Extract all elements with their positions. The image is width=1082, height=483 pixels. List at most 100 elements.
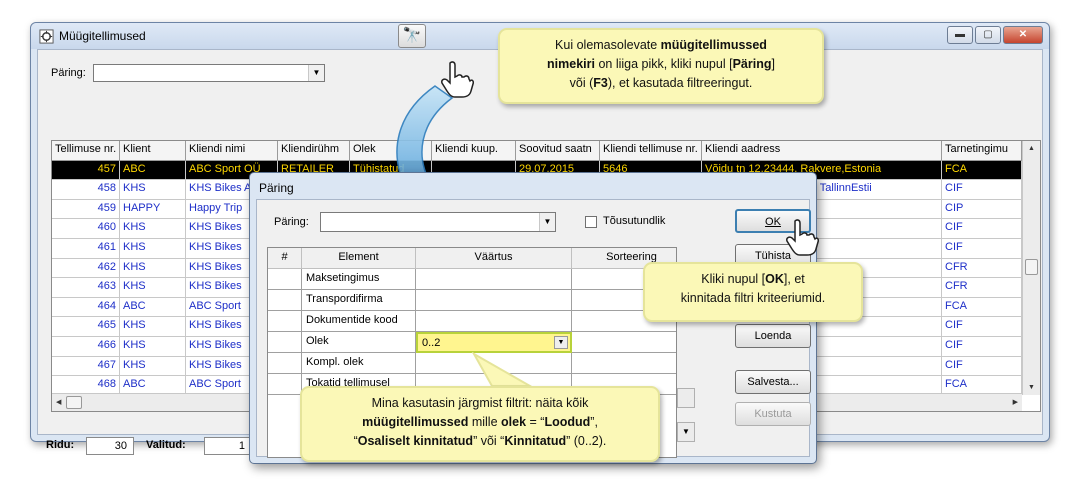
criteria-value[interactable] bbox=[416, 290, 572, 311]
chevron-down-icon[interactable]: ▼ bbox=[554, 336, 568, 349]
table-cell: 457 bbox=[52, 160, 120, 181]
scroll-thumb[interactable] bbox=[66, 396, 82, 409]
vertical-scrollbar[interactable]: ▲ ▼ bbox=[1022, 141, 1040, 395]
criteria-value[interactable] bbox=[416, 311, 572, 332]
scroll-down-icon[interactable]: ▼ bbox=[1028, 384, 1035, 391]
binoculars-icon: 🔭 bbox=[402, 27, 422, 44]
criteria-row[interactable]: Maksetingimus bbox=[268, 269, 676, 290]
dialog-query-select[interactable]: ▼ bbox=[320, 212, 556, 232]
scroll-right-icon[interactable]: ▶ bbox=[1013, 398, 1018, 406]
column-header[interactable]: Kliendi tellimuse nr. bbox=[600, 141, 702, 161]
criteria-value-text: 0..2 bbox=[422, 337, 441, 349]
table-cell: CIF bbox=[942, 356, 1022, 377]
criteria-sort[interactable] bbox=[572, 332, 676, 353]
callout-bold: müügitellimussed bbox=[362, 415, 469, 429]
callout-text: ” või “ bbox=[473, 434, 505, 448]
criteria-row[interactable]: Dokumentide kood bbox=[268, 311, 676, 332]
row-number bbox=[268, 290, 302, 311]
column-header[interactable]: Väärtus bbox=[416, 248, 572, 269]
table-cell: FCA bbox=[942, 160, 1022, 181]
window-title: Müügitellimused bbox=[59, 29, 146, 43]
row-number bbox=[268, 332, 302, 353]
column-header[interactable]: Kliendi nimi bbox=[186, 141, 278, 161]
table-cell: KHS bbox=[120, 356, 186, 377]
callout-query-hint: Kui olemasolevate müügitellimussed nimek… bbox=[498, 28, 824, 104]
column-header[interactable]: # bbox=[268, 248, 302, 269]
row-number bbox=[268, 269, 302, 290]
hand-cursor-icon bbox=[786, 219, 819, 256]
delete-button[interactable]: Kustuta bbox=[735, 402, 811, 426]
table-cell: 465 bbox=[52, 317, 120, 337]
row-number bbox=[268, 353, 302, 374]
table-cell: 462 bbox=[52, 258, 120, 279]
table-cell: CIF bbox=[942, 317, 1022, 337]
dialog-title: Päring bbox=[259, 181, 294, 195]
callout-text: on liiga pikk, kliki nupul [ bbox=[594, 57, 733, 71]
table-cell: 458 bbox=[52, 180, 120, 200]
callout-text: ), et kasutada filtreeringut. bbox=[607, 76, 753, 90]
callout-text: ], et bbox=[783, 272, 805, 286]
list-button[interactable]: Loenda bbox=[735, 324, 811, 348]
criteria-value[interactable] bbox=[416, 269, 572, 290]
scroll-thumb[interactable] bbox=[1025, 259, 1038, 275]
callout-bold: F3 bbox=[593, 76, 608, 90]
table-cell: KHS bbox=[120, 239, 186, 259]
row-number bbox=[268, 374, 302, 395]
callout-text: Kui olemasolevate bbox=[555, 38, 661, 52]
table-cell: KHS bbox=[120, 337, 186, 357]
maximize-button[interactable]: ▢ bbox=[975, 26, 1001, 44]
criteria-element: Maksetingimus bbox=[302, 269, 416, 290]
scroll-left-icon[interactable]: ◀ bbox=[56, 398, 61, 406]
table-cell: ABC bbox=[120, 297, 186, 318]
column-header[interactable]: Tellimuse nr. bbox=[52, 141, 120, 161]
table-header[interactable]: Tellimuse nr. Klient Kliendi nimi Kliendirü… bbox=[52, 141, 1022, 161]
table-cell: CIF bbox=[942, 337, 1022, 357]
table-cell: 461 bbox=[52, 239, 120, 259]
table-cell: CIP bbox=[942, 199, 1022, 220]
dialog-query-label: Päring: bbox=[274, 216, 309, 228]
callout-text: ” (0..2). bbox=[566, 434, 607, 448]
criteria-scroll-track[interactable] bbox=[677, 388, 695, 408]
callout-bold: Päring bbox=[732, 57, 772, 71]
column-header[interactable]: Tarnetingimu bbox=[942, 141, 1022, 161]
query-select[interactable]: ▼ bbox=[93, 64, 325, 82]
callout-text: = “ bbox=[526, 415, 545, 429]
save-button[interactable]: Salvesta... bbox=[735, 370, 811, 394]
criteria-row[interactable]: Transpordifirma bbox=[268, 290, 676, 311]
criteria-sort[interactable] bbox=[572, 353, 676, 374]
callout-text: Kliki nupul [ bbox=[701, 272, 766, 286]
criteria-row[interactable]: Olek 0..2 ▼ bbox=[268, 332, 676, 353]
scroll-up-icon[interactable]: ▲ bbox=[1028, 145, 1035, 152]
column-header[interactable]: Kliendirühm bbox=[278, 141, 350, 161]
case-sensitive-checkbox[interactable] bbox=[585, 216, 597, 228]
callout-text: ”, bbox=[590, 415, 598, 429]
minimize-button[interactable]: ▬ bbox=[947, 26, 973, 44]
query-button[interactable]: 🔭 bbox=[398, 24, 426, 48]
column-header[interactable]: Element bbox=[302, 248, 416, 269]
table-cell: CFR bbox=[942, 258, 1022, 279]
table-cell: CIF bbox=[942, 239, 1022, 259]
criteria-value[interactable]: 0..2 ▼ bbox=[416, 332, 572, 353]
callout-text: kinnitada filtri kriteeriumid. bbox=[680, 291, 826, 305]
criteria-element: Dokumentide kood bbox=[302, 311, 416, 332]
chevron-down-icon[interactable]: ▼ bbox=[308, 65, 324, 81]
chevron-down-icon[interactable]: ▼ bbox=[539, 213, 555, 231]
table-cell: 467 bbox=[52, 356, 120, 377]
rows-count: 30 bbox=[86, 437, 134, 455]
criteria-element: Transpordifirma bbox=[302, 290, 416, 311]
close-button[interactable]: ✕ bbox=[1003, 26, 1043, 44]
column-header[interactable]: Kliendi aadress bbox=[702, 141, 942, 161]
table-cell: FCA bbox=[942, 297, 1022, 318]
table-cell: 464 bbox=[52, 297, 120, 318]
column-header[interactable]: Soovitud saatn bbox=[516, 141, 600, 161]
table-cell: ABC bbox=[120, 160, 186, 181]
column-header[interactable]: Klient bbox=[120, 141, 186, 161]
ok-label: OK bbox=[765, 216, 781, 228]
callout-bold: OK bbox=[765, 272, 784, 286]
callout-bold: Kinnitatud bbox=[504, 434, 567, 448]
app-icon bbox=[39, 29, 54, 44]
rows-label: Ridu: bbox=[46, 439, 75, 451]
table-cell: HAPPY bbox=[120, 199, 186, 220]
table-cell: 466 bbox=[52, 337, 120, 357]
scroll-down-button[interactable]: ▼ bbox=[677, 422, 695, 442]
